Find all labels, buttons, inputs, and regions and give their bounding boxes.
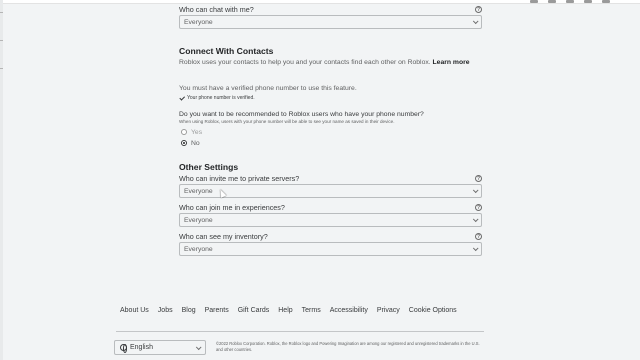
check-icon bbox=[179, 94, 186, 101]
footer-link[interactable]: Cookie Options bbox=[409, 307, 457, 314]
chat-label: Who can chat with me? bbox=[179, 4, 254, 14]
language-value: English bbox=[130, 344, 153, 351]
radio-button[interactable] bbox=[181, 129, 187, 135]
verified-status: Your phone number is verified. bbox=[179, 94, 482, 101]
footer-link[interactable]: About Us bbox=[120, 307, 149, 314]
verify-note: You must have a verified phone number to… bbox=[179, 85, 357, 92]
join-select[interactable]: Everyone bbox=[179, 213, 482, 227]
language-select[interactable]: English bbox=[114, 340, 206, 355]
other-settings-title: Other Settings bbox=[179, 162, 239, 172]
toolbar-icon[interactable] bbox=[548, 0, 556, 3]
copyright-text: ©2022 Roblox Corporation. Roblox, the Ro… bbox=[216, 341, 480, 352]
chevron-down-icon bbox=[472, 18, 479, 25]
help-circle-icon[interactable]: ? bbox=[475, 174, 482, 182]
inventory-label: Who can see my inventory? bbox=[179, 231, 268, 241]
chevron-down-icon bbox=[472, 187, 479, 194]
chevron-down-icon bbox=[472, 245, 479, 252]
chevron-down-icon bbox=[472, 216, 479, 223]
verified-text: Your phone number is verified. bbox=[187, 95, 255, 101]
footer-link[interactable]: Accessibility bbox=[330, 307, 368, 314]
join-label: Who can join me in experiences? bbox=[179, 202, 285, 212]
invite-label: Who can invite me to private servers? bbox=[179, 173, 300, 183]
contacts-description-text: Roblox uses your contacts to help you an… bbox=[179, 59, 431, 66]
footer-link[interactable]: Jobs bbox=[158, 307, 173, 314]
contacts-section-title: Connect With Contacts bbox=[179, 46, 274, 56]
recommend-question-sub: When using Roblox, users with your phone… bbox=[179, 119, 395, 124]
chat-setting: Who can chat with me? ? bbox=[179, 3, 482, 15]
footer-link[interactable]: Privacy bbox=[377, 307, 400, 314]
toolbar-icon[interactable] bbox=[602, 0, 610, 3]
learn-more-link[interactable]: Learn more bbox=[433, 59, 470, 66]
inventory-setting: Who can see my inventory? ? bbox=[179, 230, 482, 242]
toolbar-icon[interactable] bbox=[530, 0, 538, 3]
top-toolbar-icons bbox=[530, 0, 610, 3]
invite-setting: Who can invite me to private servers? ? bbox=[179, 172, 482, 184]
footer-link[interactable]: Gift Cards bbox=[238, 307, 270, 314]
footer-links: About Us Jobs Blog Parents Gift Cards He… bbox=[120, 307, 457, 314]
join-setting: Who can join me in experiences? ? bbox=[179, 201, 482, 213]
footer-link[interactable]: Parents bbox=[205, 307, 229, 314]
contacts-description: Roblox uses your contacts to help you an… bbox=[179, 58, 482, 67]
chevron-down-icon bbox=[195, 343, 202, 350]
footer-link[interactable]: Help bbox=[278, 307, 292, 314]
inventory-select-value: Everyone bbox=[184, 245, 213, 253]
globe-icon bbox=[120, 344, 127, 353]
help-circle-icon[interactable]: ? bbox=[475, 5, 482, 13]
recommend-question: Do you want to be recommended to Roblox … bbox=[179, 111, 424, 118]
footer-divider bbox=[116, 331, 484, 332]
footer-link[interactable]: Blog bbox=[182, 307, 196, 314]
radio-yes[interactable]: Yes bbox=[181, 127, 484, 137]
left-edge-panel bbox=[0, 0, 3, 360]
radio-yes-label: Yes bbox=[191, 128, 203, 136]
radio-no-label: No bbox=[191, 139, 200, 147]
help-circle-icon[interactable]: ? bbox=[475, 203, 482, 211]
inventory-select[interactable]: Everyone bbox=[179, 242, 482, 256]
chat-select[interactable]: Everyone bbox=[179, 15, 482, 29]
radio-no[interactable]: No bbox=[181, 138, 484, 148]
join-select-value: Everyone bbox=[184, 216, 213, 224]
help-circle-icon[interactable]: ? bbox=[475, 232, 482, 240]
chat-select-value: Everyone bbox=[184, 18, 213, 26]
footer-link[interactable]: Terms bbox=[302, 307, 321, 314]
toolbar-icon[interactable] bbox=[566, 0, 574, 3]
radio-button-selected[interactable] bbox=[181, 140, 187, 146]
invite-select-value: Everyone bbox=[184, 187, 213, 195]
toolbar-icon[interactable] bbox=[584, 0, 592, 3]
